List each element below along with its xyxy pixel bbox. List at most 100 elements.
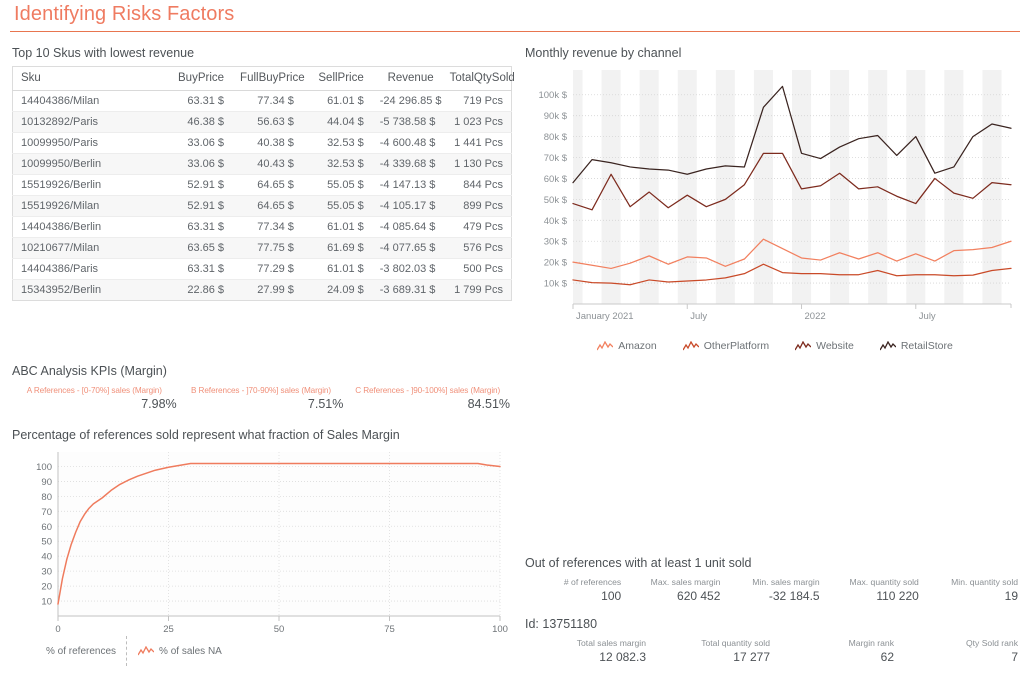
kpi-value: 12 082.3	[599, 650, 646, 664]
svg-text:July: July	[690, 311, 707, 322]
line-series-icon	[879, 340, 896, 350]
pareto-series-legend-item[interactable]: % of sales NA	[138, 645, 222, 657]
kpi-label: Max. sales margin	[650, 577, 721, 587]
legend-separator	[126, 636, 128, 666]
abc-panel-title: ABC Analysis KPIs (Margin)	[12, 364, 167, 378]
svg-text:80k $: 80k $	[544, 132, 568, 143]
table-row[interactable]: 10099950/Paris 33.06 $40.38 $32.53 $ -4 60…	[12, 132, 512, 154]
table-cell: 77.29 $	[232, 258, 302, 280]
table-cell: 52.91 $	[162, 195, 233, 217]
table-cell: 24.09 $	[327, 284, 364, 296]
table-cell: 61.01 $	[301, 90, 372, 112]
table-cell: -3 689.31 $	[379, 284, 436, 296]
kpi-cell[interactable]: Total sales margin 12 082.3	[525, 638, 649, 664]
svg-text:2022: 2022	[805, 311, 826, 322]
kpi-cell[interactable]: Max. sales margin 620 452	[624, 577, 723, 603]
svg-text:100: 100	[492, 624, 508, 635]
svg-text:40k $: 40k $	[544, 216, 568, 227]
abc-kpi-label: A References - [0-70%] sales (Margin)	[26, 386, 162, 395]
kpi-cell[interactable]: Qty Sold rank 7	[897, 638, 1021, 664]
table-row[interactable]: 15343952/Berlin 22.86 $ 27.99 $ 24.09 $ -3 6…	[12, 279, 512, 301]
table-row[interactable]: 14404386/Berlin 63.31 $77.34 $61.01 $ -4 0…	[12, 216, 512, 238]
kpi-cell[interactable]: Total quantity sold 17 277	[649, 638, 773, 664]
references-kpi-panel: Out of references with at least 1 unit s…	[525, 556, 1021, 664]
line-series-icon	[597, 340, 614, 350]
legend-item-website[interactable]: Website	[795, 340, 854, 352]
kpi-label: Qty Sold rank	[965, 638, 1018, 648]
abc-kpi-b[interactable]: B References - ]70-90%] sales (Margin) 7.…	[179, 386, 346, 411]
table-cell: 63.65 $	[162, 237, 233, 259]
table-cell: -3 802.03 $	[371, 258, 442, 280]
svg-text:60: 60	[41, 522, 52, 533]
table-row[interactable]: 10132892/Paris 46.38 $56.63 $44.04 $ -5 73…	[12, 111, 512, 133]
table-cell: 10099950/Berlin	[12, 153, 163, 175]
table-cell: 64.65 $	[232, 195, 302, 217]
table-cell: 899 Pcs	[441, 195, 512, 217]
table-cell: 63.31 $	[162, 216, 233, 238]
table-cell: 576 Pcs	[441, 237, 512, 259]
table-cell: -4 339.68 $	[371, 153, 442, 175]
table-cell: 77.75 $	[232, 237, 302, 259]
table-cell: 40.38 $	[232, 132, 302, 154]
kpi-cell[interactable]: # of references 100	[525, 577, 624, 603]
table-cell: 500 Pcs	[441, 258, 512, 280]
table-cell: -24 296.85 $	[371, 90, 442, 112]
svg-text:70k $: 70k $	[544, 153, 568, 164]
table-cell: 61.01 $	[301, 216, 372, 238]
table-cell: 479 Pcs	[441, 216, 512, 238]
column-header-revenue[interactable]: Revenue	[371, 66, 442, 91]
svg-text:10: 10	[41, 597, 52, 608]
revenue-chart-svg: 10k $ 20k $ 30k $ 40k $ 50k $ 60k $ 70k $ 80k $…	[538, 70, 1012, 322]
kpi-label: Max. quantity sold	[849, 577, 919, 587]
abc-kpi-c[interactable]: C References - ]90-100%] sales (Margin) 8…	[345, 386, 512, 411]
kpi-cell[interactable]: Min. quantity sold 19	[922, 577, 1021, 603]
kpi-value: 620 452	[677, 589, 721, 603]
svg-text:70: 70	[41, 507, 52, 518]
kpi-cell[interactable]: Margin rank 62	[773, 638, 897, 664]
table-row[interactable]: 14404386/Paris 63.31 $77.29 $61.01 $ -3 80…	[12, 258, 512, 280]
table-row[interactable]: 10210677/Milan 63.65 $77.75 $61.69 $ -4 07…	[12, 237, 512, 259]
legend-label: RetailStore	[900, 340, 953, 352]
legend-item-retailstore[interactable]: RetailStore	[879, 340, 953, 352]
abc-kpi-label: C References - ]90-100%] sales (Margin)	[355, 386, 501, 395]
abc-kpi-label: B References - ]70-90%] sales (Margin)	[191, 386, 331, 395]
table-row[interactable]: 14404386/Milan 63.31 $77.34 $61.01 $ -24 2…	[12, 90, 512, 112]
table-cell: 1 441 Pcs	[441, 132, 512, 154]
column-header-sellprice[interactable]: SellPrice	[301, 66, 372, 91]
svg-text:25: 25	[163, 624, 174, 635]
revenue-chart-legend: Amazon OtherPlatform Website RetailStore	[555, 336, 995, 356]
table-row[interactable]: 10099950/Berlin 33.06 $40.43 $32.53 $ -4 3…	[12, 153, 512, 175]
svg-text:50: 50	[274, 624, 285, 635]
sku-table-title: Top 10 Skus with lowest revenue	[12, 46, 195, 60]
kpi-value: 110 220	[876, 589, 919, 603]
pareto-chart[interactable]: 10 20 30 40 50 60 70 80 90 100 0 25 50 75 100 % of ref…	[12, 446, 508, 668]
svg-text:30k $: 30k $	[544, 237, 568, 248]
revenue-chart-title: Monthly revenue by channel	[525, 46, 682, 60]
column-header-totalqtysold[interactable]: TotalQtySold	[441, 66, 515, 91]
table-cell: 55.05 $	[301, 174, 372, 196]
page-header: Identifying Risks Factors	[0, 0, 1027, 34]
kpi-cell[interactable]: Min. sales margin -32 184.5	[723, 577, 822, 603]
pareto-panel: Percentage of references sold represent …	[12, 428, 512, 668]
table-row[interactable]: 15519926/Milan 52.91 $64.65 $55.05 $ -4 10…	[12, 195, 512, 217]
kpi-value: 7	[1011, 650, 1018, 664]
column-header-sku[interactable]: Sku	[12, 66, 163, 91]
kpi-label: # of references	[563, 577, 622, 587]
legend-item-otherplatform[interactable]: OtherPlatform	[682, 340, 769, 352]
sku-table: Sku BuyPrice FullBuyPrice SellPrice Reve…	[12, 66, 515, 301]
table-cell: -4 085.64 $	[371, 216, 442, 238]
table-cell: 32.53 $	[301, 153, 372, 175]
table-row[interactable]: 15519926/Berlin 52.91 $64.65 $55.05 $ -4 1…	[12, 174, 512, 196]
table-cell: 10132892/Paris	[12, 111, 163, 133]
revenue-chart[interactable]: 10k $ 20k $ 30k $ 40k $ 50k $ 60k $ 70k $ 80k $…	[525, 64, 1021, 360]
table-cell: 10099950/Paris	[12, 132, 163, 154]
svg-text:100: 100	[36, 462, 52, 473]
kpi-cell[interactable]: Max. quantity sold 110 220	[823, 577, 922, 603]
abc-kpi-row: A References - [0-70%] sales (Margin) 7.9…	[12, 386, 512, 411]
column-header-buyprice[interactable]: BuyPrice	[162, 66, 233, 91]
legend-item-amazon[interactable]: Amazon	[597, 340, 657, 352]
column-header-fullbuyprice[interactable]: FullBuyPrice	[232, 66, 305, 91]
abc-kpi-a[interactable]: A References - [0-70%] sales (Margin) 7.9…	[12, 386, 179, 411]
pareto-chart-title: Percentage of references sold represent …	[12, 428, 400, 442]
references-panel-title: Out of references with at least 1 unit s…	[525, 556, 752, 570]
